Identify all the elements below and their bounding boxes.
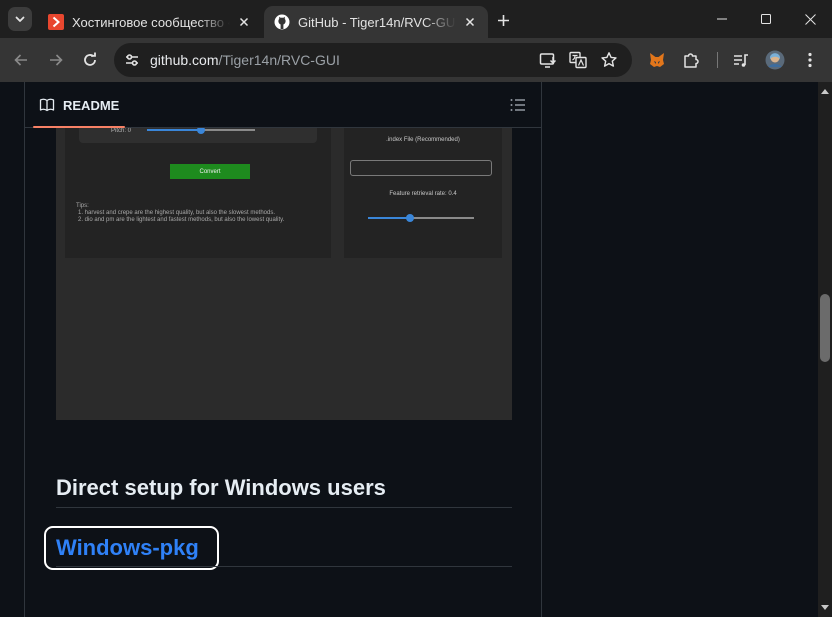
pitch-row: Pitch: 0 xyxy=(79,128,317,143)
minimize-icon xyxy=(717,18,727,20)
tab-title: Хостинговое сообщество «Timeweb Communit… xyxy=(72,14,230,30)
readme-screenshot: Pitch: 0 Convert Tips: 1. harvest and cr… xyxy=(56,128,512,420)
github-favicon-icon xyxy=(274,14,290,30)
readme-tab-label: README xyxy=(63,97,120,113)
readme-panel: README Pitch: 0 Convert Tips: 1. harvest… xyxy=(24,82,542,617)
book-icon xyxy=(39,98,55,112)
new-tab-button[interactable] xyxy=(492,9,514,31)
star-icon xyxy=(601,52,617,67)
heading-windows-pkg[interactable]: Windows-pkg xyxy=(56,535,199,561)
install-app-button[interactable] xyxy=(536,48,560,72)
heading-direct-setup: Direct setup for Windows users xyxy=(56,475,386,500)
maximize-icon xyxy=(761,14,771,24)
page-scrollbar[interactable] xyxy=(818,82,832,617)
reload-button[interactable] xyxy=(77,47,103,73)
url-text[interactable]: github.com/Tiger14n/RVC-GUI xyxy=(150,52,340,68)
translate-icon xyxy=(569,51,587,69)
tab-strip: Хостинговое сообщество «Timeweb Communit… xyxy=(0,0,832,38)
browser-menu-button[interactable] xyxy=(797,47,823,73)
tune-icon xyxy=(126,54,138,66)
media-control-button[interactable] xyxy=(728,47,754,73)
tab-search-button[interactable] xyxy=(8,7,32,31)
triangle-up-icon xyxy=(821,89,829,94)
tips-text: Tips: 1. harvest and crepe are the highe… xyxy=(76,203,284,224)
install-icon xyxy=(539,53,557,68)
reload-icon xyxy=(84,52,96,66)
site-info-button[interactable] xyxy=(120,48,144,72)
index-file-label: .index File (Recommended) xyxy=(386,137,460,143)
convert-button: Convert xyxy=(170,164,250,179)
list-icon xyxy=(510,99,525,111)
pitch-label: Pitch: 0 xyxy=(111,128,132,134)
extensions-button[interactable] xyxy=(678,47,704,73)
profile-avatar[interactable] xyxy=(762,47,788,73)
index-file-input xyxy=(350,160,492,176)
tips-line: 2. dio and pm are the lightest and faste… xyxy=(78,217,285,223)
screenshot-right-panel: .index File (Recommended) Feature retrie… xyxy=(344,128,502,258)
feature-slider-fill xyxy=(368,217,410,219)
maximize-button[interactable] xyxy=(744,0,788,38)
page-content: README Pitch: 0 Convert Tips: 1. harvest… xyxy=(0,82,818,617)
feature-slider-knob xyxy=(406,214,414,222)
close-icon[interactable] xyxy=(462,14,478,30)
heading-divider xyxy=(56,566,512,567)
forward-button[interactable] xyxy=(43,47,69,73)
tab-timeweb[interactable]: Хостинговое сообщество «Timeweb Communit… xyxy=(38,6,262,38)
pitch-slider-knob xyxy=(197,128,205,134)
metamask-fox-icon xyxy=(650,53,664,67)
back-button[interactable] xyxy=(8,47,34,73)
url-host: github.com xyxy=(150,52,219,68)
screenshot-left-panel: Pitch: 0 Convert Tips: 1. harvest and cr… xyxy=(65,128,331,258)
tips-line: Tips: xyxy=(76,203,89,209)
plus-icon xyxy=(497,14,509,26)
address-bar[interactable]: github.com/Tiger14n/RVC-GUI xyxy=(114,43,632,77)
pitch-slider-fill xyxy=(147,129,201,131)
arrow-right-icon xyxy=(50,54,63,66)
feature-rate-label: Feature retrieval rate: 0.4 xyxy=(389,191,457,197)
close-icon xyxy=(804,13,816,25)
translate-button[interactable] xyxy=(566,48,590,72)
close-window-button[interactable] xyxy=(788,0,832,38)
browser-window: Хостинговое сообщество «Timeweb Communit… xyxy=(0,0,832,617)
scrollbar-thumb[interactable] xyxy=(820,294,830,362)
scroll-up-button[interactable] xyxy=(818,84,832,98)
more-vertical-icon xyxy=(808,52,812,68)
tab-title: GitHub - Tiger14n/RVC-GUI: Just xyxy=(298,14,456,30)
url-path: /Tiger14n/RVC-GUI xyxy=(218,52,340,68)
chevron-down-icon xyxy=(15,16,25,22)
arrow-left-icon xyxy=(14,54,27,66)
puzzle-icon xyxy=(684,53,699,68)
triangle-down-icon xyxy=(821,605,829,610)
toolbar: github.com/Tiger14n/RVC-GUI xyxy=(0,38,832,82)
readme-header: README xyxy=(25,82,541,128)
scroll-down-button[interactable] xyxy=(818,601,832,615)
outline-button[interactable] xyxy=(507,95,529,115)
toolbar-divider xyxy=(717,52,718,68)
readme-tab[interactable]: README xyxy=(33,82,125,128)
heading-divider xyxy=(56,507,512,508)
minimize-button[interactable] xyxy=(700,0,744,38)
metamask-extension-button[interactable] xyxy=(644,47,670,73)
queue-music-icon xyxy=(734,54,748,67)
avatar-icon xyxy=(765,50,785,70)
tab-github[interactable]: GitHub - Tiger14n/RVC-GUI: Just xyxy=(264,6,488,38)
close-icon[interactable] xyxy=(236,14,252,30)
timeweb-favicon-icon xyxy=(48,14,64,30)
bookmark-button[interactable] xyxy=(597,48,621,72)
tips-line: 1. harvest and crepe are the highest qua… xyxy=(78,210,276,216)
